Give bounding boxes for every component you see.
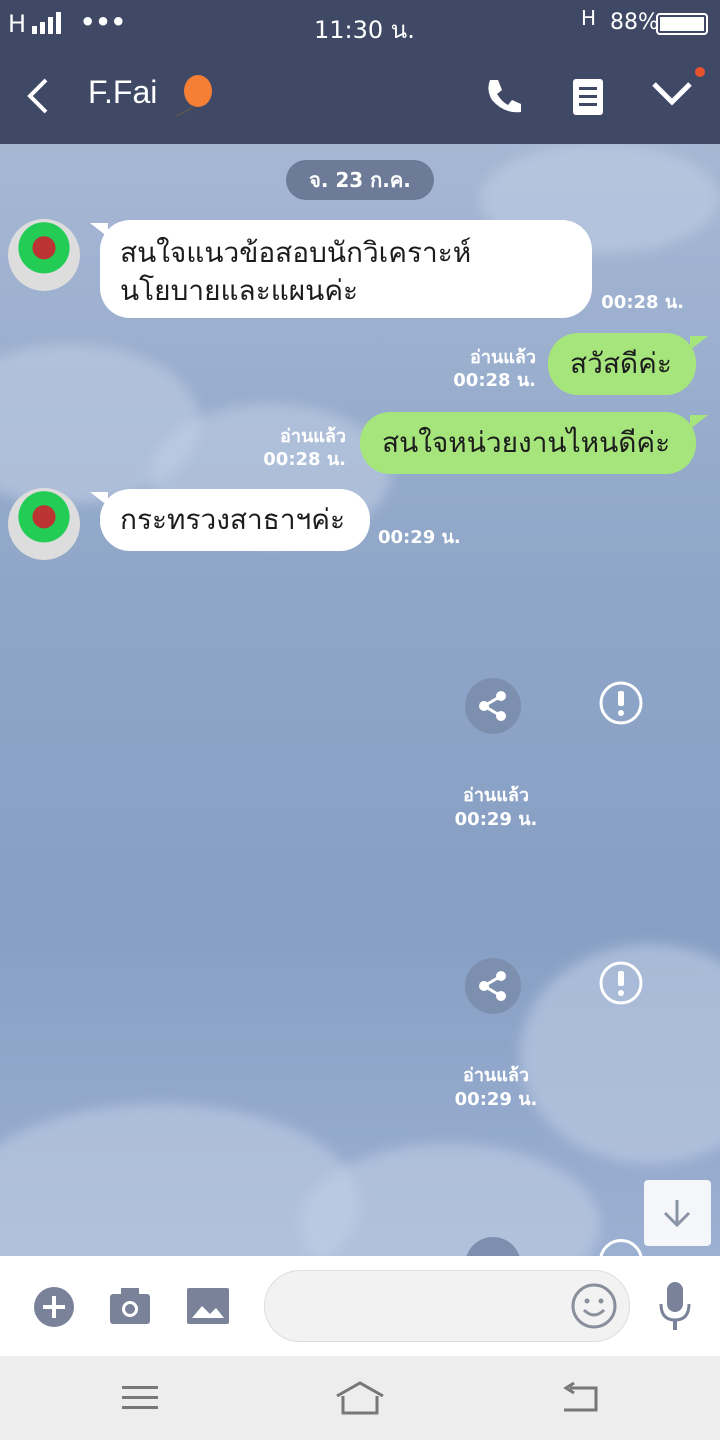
arrow-down-icon — [663, 1200, 691, 1228]
back-arrow-icon[interactable] — [24, 78, 54, 114]
message-time: 00:29 น. — [454, 1089, 538, 1110]
message-bubble-incoming[interactable]: กระทรวงสาธาฯค่ะ — [100, 489, 370, 551]
message-time: 00:28 น. — [601, 292, 684, 313]
share-button[interactable] — [465, 678, 521, 734]
date-separator: จ. 23 ก.ค. — [286, 160, 434, 200]
message-text: สนใจหน่วยงานไหนดีค่ะ — [382, 426, 671, 459]
network-indicator-2: H — [581, 6, 597, 30]
image-icon[interactable] — [186, 1286, 230, 1326]
report-button[interactable] — [599, 1239, 643, 1256]
input-bar — [0, 1256, 720, 1356]
chat-area[interactable]: จ. 23 ก.ค. สนใจแนวข้อสอบนักวิเคราะห์ นโย… — [0, 144, 720, 1256]
system-nav-bar — [0, 1356, 720, 1440]
message-time: 00:28 น. — [263, 449, 346, 470]
message-bubble-outgoing[interactable]: สวัสดีค่ะ — [548, 333, 696, 395]
read-status: อ่านแล้ว — [470, 347, 536, 368]
alert-icon — [599, 681, 643, 725]
read-status: อ่านแล้ว — [463, 1065, 529, 1086]
message-text-line: นโยบายและแผนค่ะ — [120, 274, 359, 307]
emoji-icon[interactable] — [570, 1282, 618, 1330]
signal-icon — [32, 12, 61, 34]
battery-icon — [656, 13, 708, 35]
alert-icon — [599, 961, 643, 1005]
add-icon[interactable] — [33, 1286, 75, 1328]
message-bubble-incoming[interactable]: สนใจแนวข้อสอบนักวิเคราะห์ นโยบายและแผนค่… — [100, 220, 592, 318]
avatar[interactable] — [8, 219, 80, 291]
message-text: กระทรวงสาธาฯค่ะ — [120, 503, 346, 536]
microphone-icon[interactable] — [656, 1280, 694, 1332]
balloon-icon — [175, 75, 212, 117]
message-bubble-outgoing[interactable]: สนใจหน่วยงานไหนดีค่ะ — [360, 412, 696, 474]
report-button[interactable] — [593, 955, 649, 1011]
bubble-tail — [690, 415, 708, 429]
network-indicator: H — [8, 10, 27, 38]
menu-icon[interactable] — [122, 1384, 158, 1412]
more-notifications: ••• — [80, 8, 127, 36]
menu-chevron-icon[interactable] — [650, 66, 710, 116]
message-text: สวัสดีค่ะ — [570, 347, 672, 380]
home-icon[interactable] — [334, 1380, 386, 1416]
message-text-line: สนใจแนวข้อสอบนักวิเคราะห์ — [120, 236, 472, 269]
back-icon[interactable] — [560, 1382, 600, 1414]
bubble-tail — [690, 336, 708, 350]
chat-header: F.Fai — [0, 48, 720, 144]
share-icon — [479, 971, 506, 1001]
share-icon — [479, 691, 506, 721]
message-time: 00:29 น. — [454, 809, 538, 830]
read-status: อ่านแล้ว — [280, 426, 346, 447]
message-time: 00:28 น. — [453, 370, 536, 391]
background-cloud — [300, 1144, 600, 1256]
scroll-to-bottom-button[interactable] — [644, 1180, 711, 1246]
notes-icon[interactable] — [572, 78, 604, 116]
message-time: 00:29 น. — [378, 527, 461, 548]
report-button[interactable] — [593, 675, 649, 731]
read-status: อ่านแล้ว — [463, 785, 529, 806]
share-button[interactable] — [465, 958, 521, 1014]
battery-percent: 88% — [610, 10, 659, 35]
status-bar: H ••• 11:30 น. H 88% — [0, 0, 720, 48]
notification-dot — [695, 67, 705, 77]
phone-icon[interactable] — [484, 76, 524, 116]
contact-name[interactable]: F.Fai — [88, 74, 157, 111]
avatar[interactable] — [8, 488, 80, 560]
camera-icon[interactable] — [108, 1286, 152, 1326]
clock: 11:30 น. — [314, 16, 415, 44]
